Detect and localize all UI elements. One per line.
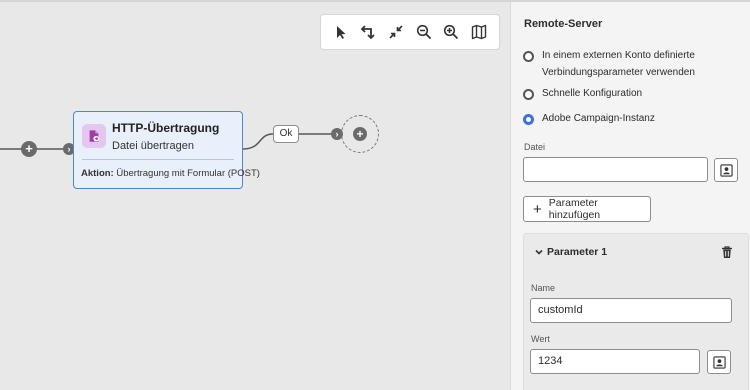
contact-card-icon [712, 355, 726, 369]
activity-action-value: Übertragung mit Formular (POST) [113, 168, 260, 179]
file-picker-button[interactable] [714, 158, 738, 182]
parameter-value-input[interactable]: 1234 [530, 349, 700, 374]
chevron-down-icon [535, 249, 543, 255]
workflow-canvas[interactable]: + › HTTP-Übertragung Datei übertragen Ak… [0, 0, 510, 390]
radio-external-account[interactable]: In einem externen Konto definierte Verbi… [523, 50, 738, 81]
transition-label[interactable]: Ok [273, 125, 299, 143]
parameter-title: Parameter 1 [547, 246, 608, 258]
activity-action: Aktion: Übertragung mit Formular (POST) [81, 168, 260, 179]
add-activity-placeholder[interactable]: + [341, 115, 379, 153]
value-label: Wert [531, 334, 550, 344]
radio-label: Adobe Campaign-Instanz [542, 113, 655, 124]
radio-quick-config[interactable]: Schnelle Konfiguration [523, 88, 642, 102]
value-picker-button[interactable] [707, 350, 731, 374]
parameter-name-input[interactable]: customId [530, 298, 732, 323]
plus-icon: + [353, 127, 367, 141]
add-activity-button[interactable]: + [21, 141, 37, 157]
activity-subtitle: Datei übertragen [112, 140, 194, 152]
radio-indicator [523, 51, 534, 62]
file-label: Datei [524, 142, 546, 152]
contact-card-icon [719, 163, 733, 177]
parameter-card: Parameter 1 Name customId Wert 1234 [523, 233, 749, 390]
add-parameter-button[interactable]: + Parameter hinzufügen [523, 196, 651, 222]
http-transfer-activity[interactable]: HTTP-Übertragung Datei übertragen Aktion… [73, 111, 260, 189]
trash-icon[interactable] [720, 245, 734, 259]
properties-panel: Remote-Server In einem externen Konto de… [510, 0, 750, 390]
activity-title: HTTP-Übertragung [112, 121, 220, 135]
activity-divider [82, 159, 234, 160]
plus-icon: + [533, 200, 542, 218]
name-label: Name [531, 283, 556, 293]
file-input[interactable] [523, 157, 708, 182]
add-parameter-label: Parameter hinzufügen [548, 197, 601, 221]
panel-title: Remote-Server [524, 18, 603, 30]
radio-indicator-checked [523, 114, 534, 125]
workflow-links [0, 133, 331, 150]
parameter-header[interactable]: Parameter 1 [534, 246, 607, 258]
http-transfer-icon [82, 124, 106, 148]
radio-label: In einem externen Konto definierte Verbi… [542, 50, 695, 78]
radio-label: Schnelle Konfiguration [542, 88, 643, 99]
radio-campaign-instance[interactable]: Adobe Campaign-Instanz [523, 113, 655, 127]
activity-action-label: Aktion: [81, 168, 114, 179]
radio-indicator [523, 89, 534, 100]
